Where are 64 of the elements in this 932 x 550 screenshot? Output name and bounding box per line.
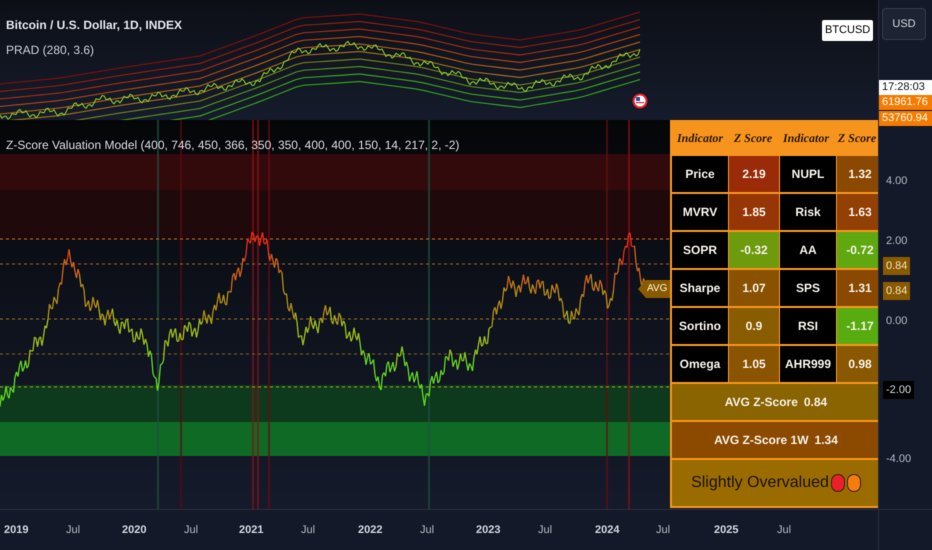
status-text: Slightly Overvalued <box>691 473 829 493</box>
axis-label: 2022 <box>358 523 382 538</box>
z-score-cell: 1.05 <box>729 346 779 382</box>
z-score-cell: 1.32 <box>837 156 878 192</box>
indicator-name: Sharpe <box>672 270 728 306</box>
z-score-cell: 2.19 <box>729 156 779 192</box>
z-score-cell: -1.17 <box>837 308 878 344</box>
axis-label: 2023 <box>476 523 500 538</box>
indicator-name: Sortino <box>672 308 728 344</box>
currency-button[interactable]: USD <box>882 8 926 40</box>
column-header: Indicator <box>782 130 830 147</box>
axis-label: Jul <box>656 523 670 538</box>
axis-label: Jul <box>184 523 198 538</box>
indicator-label: Z-Score Valuation Model (400, 746, 450, 366, 350, 350, 400, 400, 150, 14, 217, 2, -2) <box>6 137 460 154</box>
axis-label: 2021 <box>239 523 264 538</box>
scale-label: 0.00 <box>885 314 908 329</box>
summary-value: 1.34 <box>814 432 838 449</box>
z-score-cell: 0.98 <box>837 346 878 382</box>
avg-tag: AVG <box>638 280 670 298</box>
scale-label: 0.84 <box>883 282 910 300</box>
z-score-cell: -0.32 <box>729 232 779 268</box>
price-label: 53760.94 <box>879 111 932 126</box>
axis-label: Jul <box>66 523 80 538</box>
indicator-name: RSI <box>780 308 836 344</box>
price-label: 17:28:03 <box>879 80 932 95</box>
price-label: 61961.76 <box>879 95 932 110</box>
symbol-badge: BTCUSD <box>822 20 874 40</box>
scale-label: 2.00 <box>885 234 908 249</box>
z-score-cell: -0.72 <box>837 232 878 268</box>
z-score-cell: 0.9 <box>729 308 779 344</box>
indicator-label: PRAD (280, 3.6) <box>6 42 94 59</box>
indicator-name: AHR999 <box>780 346 836 382</box>
axis-label: 2025 <box>714 523 738 538</box>
z-score-cell: 1.63 <box>837 194 878 230</box>
scale-label: 0.84 <box>883 257 910 275</box>
z-score-cell: 1.07 <box>729 270 779 306</box>
scale-label: -2.00 <box>883 381 914 399</box>
indicator-name: Price <box>672 156 728 192</box>
indicator-name: Omega <box>672 346 728 382</box>
axis-label: 2020 <box>122 523 146 538</box>
axis-label: Jul <box>301 523 316 538</box>
axis-label: Jul <box>538 523 552 538</box>
axis-label: Jul <box>420 523 434 538</box>
indicator-name: SPS <box>780 270 836 306</box>
indicator-name: Risk <box>780 194 836 230</box>
z-score-cell: 1.85 <box>729 194 779 230</box>
summary-value: 0.84 <box>804 394 828 411</box>
axis-label: 2019 <box>4 523 28 538</box>
axis-label: 2024 <box>595 523 620 538</box>
scale-label: -4.00 <box>885 452 912 467</box>
column-header: Z Score <box>836 130 878 147</box>
scale-label: 4.00 <box>885 174 908 189</box>
summary-label: AVG Z-Score 1W <box>714 432 809 449</box>
flag-icon[interactable] <box>632 93 648 109</box>
column-header: Indicator <box>676 130 724 147</box>
axis-label: Jul <box>777 523 792 538</box>
indicator-name: MVRV <box>672 194 728 230</box>
indicator-name: AA <box>780 232 836 268</box>
indicator-name: NUPL <box>780 156 836 192</box>
z-score-cell: 1.31 <box>837 270 878 306</box>
indicator-name: SOPR <box>672 232 728 268</box>
symbol-title: Bitcoin / U.S. Dollar, 1D, INDEX <box>6 17 182 34</box>
summary-label: AVG Z-Score <box>724 394 798 411</box>
column-header: Z Score <box>732 130 774 147</box>
